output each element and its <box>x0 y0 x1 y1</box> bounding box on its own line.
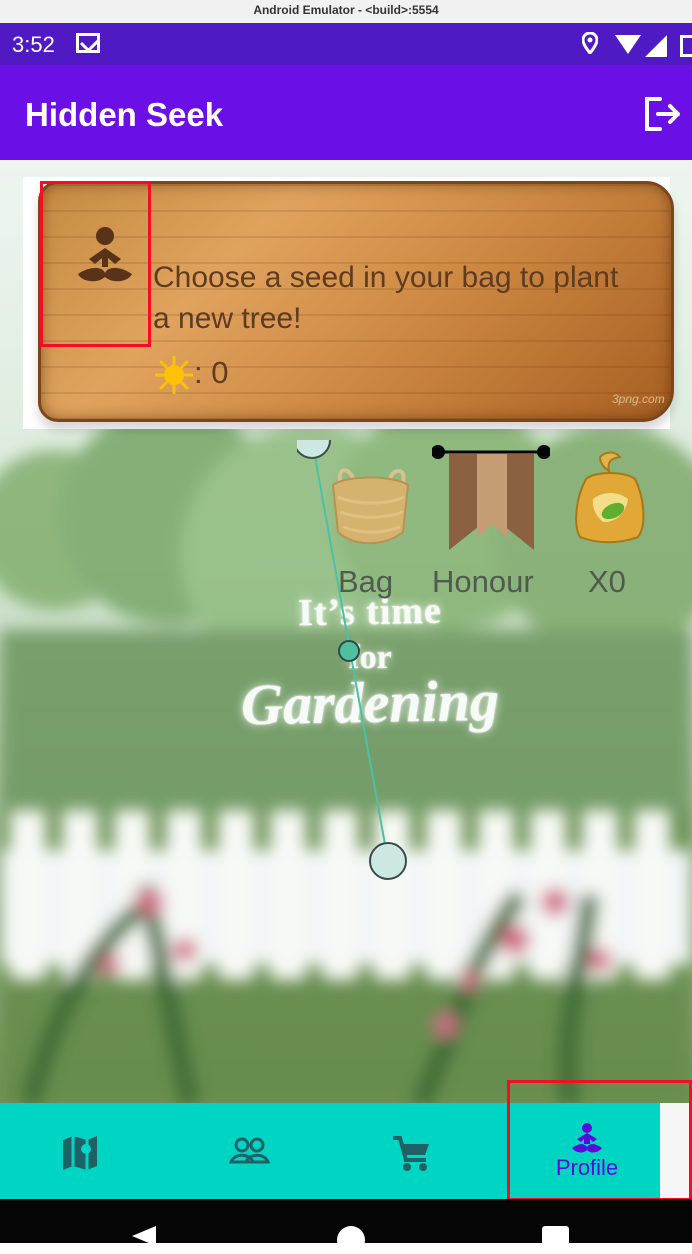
recent-apps-button[interactable] <box>542 1226 569 1253</box>
seed-count-label[interactable]: X0 <box>588 564 626 600</box>
plant-instruction-text: Choose a seed in your bag to plant a new… <box>153 261 619 335</box>
honour-banner-icon[interactable] <box>432 444 550 562</box>
back-button[interactable] <box>132 1226 156 1246</box>
profile-icon-highlight <box>40 181 151 347</box>
logout-icon[interactable] <box>640 93 682 135</box>
profile-tab-highlight <box>507 1080 692 1201</box>
location-icon <box>582 32 598 54</box>
map-icon <box>63 1136 97 1170</box>
cart-icon <box>393 1136 429 1171</box>
bag-label[interactable]: Bag <box>338 564 393 600</box>
sun-icon <box>155 356 193 394</box>
home-button[interactable] <box>337 1226 365 1254</box>
app-bar: Hidden Seek <box>0 65 692 160</box>
signal-icon <box>645 35 667 57</box>
wifi-icon <box>615 35 641 54</box>
honour-label[interactable]: Honour <box>432 564 534 600</box>
nav-map[interactable] <box>54 1103 106 1199</box>
app-title: Hidden Seek <box>25 96 224 133</box>
mail-icon <box>76 33 100 53</box>
emulator-window-title: Android Emulator - <build>:5554 <box>0 0 692 24</box>
battery-icon <box>680 35 692 57</box>
nav-friends[interactable] <box>223 1103 275 1199</box>
group-icon <box>228 1137 271 1164</box>
nav-shop[interactable] <box>389 1103 433 1199</box>
seed-bag-icon[interactable] <box>568 449 650 545</box>
bag-icon[interactable] <box>328 457 413 547</box>
garden-screen: It’s time for Gardening Choose a seed in… <box>0 160 692 1104</box>
sun-count: : 0 <box>194 355 229 390</box>
android-navigation-bar <box>0 1199 692 1254</box>
status-time: 3:52 <box>12 32 55 57</box>
android-status-bar: 3:52 <box>0 23 692 65</box>
image-watermark: 3png.com <box>612 392 665 406</box>
